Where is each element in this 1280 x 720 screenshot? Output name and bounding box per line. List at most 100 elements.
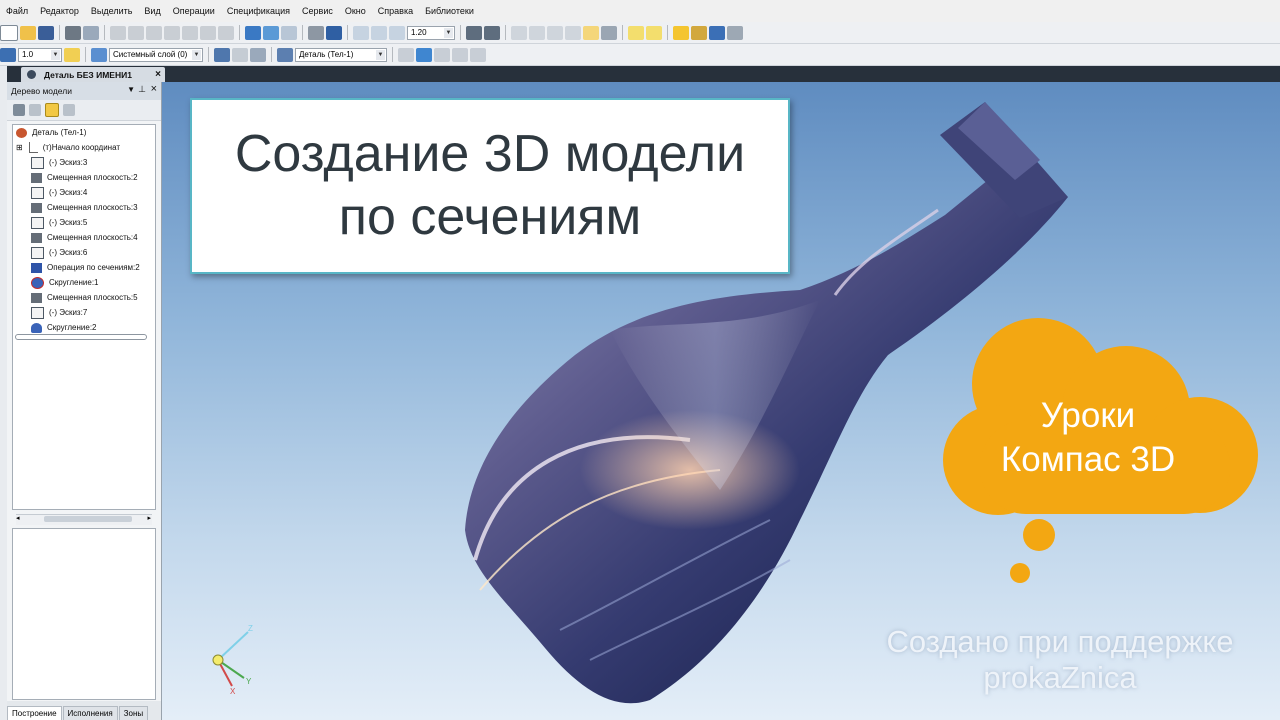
hatch-icon[interactable]	[398, 47, 414, 62]
toolbar-separator	[302, 25, 303, 40]
support-line-2: prokaZniса	[983, 659, 1137, 695]
paste-icon[interactable]	[146, 25, 162, 40]
tab-versions[interactable]: Исполнения	[62, 706, 118, 720]
properties-icon[interactable]	[182, 25, 198, 40]
zoom-in-icon[interactable]	[371, 25, 387, 40]
menu-view[interactable]: Вид	[138, 6, 166, 16]
chevron-down-icon[interactable]: ▼	[127, 85, 135, 94]
zoom-window-icon[interactable]	[353, 25, 369, 40]
tree-item-sketch-4[interactable]: (-) Эскиз:4	[31, 185, 87, 200]
tree-item-origin[interactable]: ⊞ (т)Начало координат	[16, 140, 120, 155]
library-icon[interactable]	[308, 25, 324, 40]
build-stop-marker[interactable]	[15, 334, 147, 340]
document-tab[interactable]: Деталь БЕЗ ИМЕНИ1 ×	[21, 67, 165, 82]
tree-view-icon[interactable]	[45, 103, 59, 117]
horizontal-scrollbar[interactable]: ◂ ▸	[16, 514, 152, 525]
settings-icon[interactable]	[727, 25, 743, 40]
refresh-icon[interactable]	[466, 25, 482, 40]
menu-libraries[interactable]: Библиотеки	[419, 6, 480, 16]
new-file-icon[interactable]	[0, 24, 18, 41]
halftone-edges-icon[interactable]	[583, 25, 599, 40]
wireframe-icon[interactable]	[511, 25, 527, 40]
save-icon[interactable]	[38, 25, 54, 40]
tree-item-sketch-6[interactable]: (-) Эскиз:6	[31, 245, 87, 260]
local-cs-icon[interactable]	[214, 47, 230, 62]
chevron-down-icon[interactable]: ▼	[376, 49, 385, 60]
properties-panel-icon[interactable]	[691, 25, 707, 40]
undo-icon[interactable]	[200, 25, 216, 40]
cut-icon[interactable]	[110, 25, 126, 40]
menu-help[interactable]: Справка	[372, 6, 419, 16]
menu-edit[interactable]: Редактор	[34, 6, 85, 16]
model-tree-panel: Дерево модели ▼ ⊥ × Деталь (Тел-1) ⊞ (т)…	[7, 82, 162, 720]
orientation-view-icon[interactable]	[250, 47, 266, 62]
menu-file[interactable]: Файл	[0, 6, 34, 16]
tab-build[interactable]: Построение	[7, 706, 62, 720]
light-icon[interactable]	[673, 25, 689, 40]
tree-item-fillet-2[interactable]: Скругление:2	[31, 320, 97, 335]
plane-select-icon[interactable]	[232, 47, 248, 62]
table-icon[interactable]	[452, 47, 468, 62]
tree-item-part[interactable]: Деталь (Тел-1)	[16, 125, 86, 140]
close-icon[interactable]: ×	[155, 69, 161, 80]
redo-icon[interactable]	[218, 25, 234, 40]
tree-item-plane-4[interactable]: Смещенная плоскость:4	[31, 230, 138, 245]
tree-icon[interactable]	[263, 25, 279, 40]
tree-item-fillet-1[interactable]: Скругление:1	[31, 275, 99, 290]
copy-icon[interactable]	[128, 25, 144, 40]
tree-item-sketch-3[interactable]: (-) Эскиз:3	[31, 155, 87, 170]
tree-item-label: Смещенная плоскость:5	[47, 293, 138, 302]
variables-icon[interactable]	[281, 25, 297, 40]
format-icon[interactable]	[164, 25, 180, 40]
chevron-down-icon[interactable]: ▼	[51, 49, 60, 60]
zoom-combo[interactable]: 1.20 ▼	[407, 25, 455, 40]
open-file-icon[interactable]	[20, 25, 36, 40]
filter-icon[interactable]	[628, 25, 644, 40]
build-order-icon[interactable]	[13, 104, 25, 116]
scrollbar-thumb[interactable]	[44, 516, 132, 522]
tree-item-plane-3[interactable]: Смещенная плоскость:3	[31, 200, 138, 215]
menu-operations[interactable]: Операции	[167, 6, 221, 16]
step-combo[interactable]: 1.0 ▼	[18, 47, 62, 62]
preview-icon[interactable]	[83, 25, 99, 40]
menu-service[interactable]: Сервис	[296, 6, 339, 16]
selection-filter-icon[interactable]	[646, 25, 662, 40]
scroll-left-icon[interactable]: ◂	[16, 514, 20, 522]
print-icon[interactable]	[65, 25, 81, 40]
tree-item-plane-5[interactable]: Смещенная плоскость:5	[31, 290, 138, 305]
expand-icon[interactable]: ⊞	[16, 143, 23, 152]
mates-icon[interactable]	[709, 25, 725, 40]
tree-item-plane-2[interactable]: Смещенная плоскость:2	[31, 170, 138, 185]
menu-specification[interactable]: Спецификация	[221, 6, 296, 16]
tree-item-sketch-7[interactable]: (-) Эскиз:7	[31, 305, 87, 320]
perspective-icon[interactable]	[601, 25, 617, 40]
pin-icon[interactable]: ⊥	[138, 84, 146, 95]
structure-icon[interactable]	[29, 104, 41, 116]
menu-select[interactable]: Выделить	[85, 6, 139, 16]
tree-filter-icon[interactable]	[63, 104, 75, 116]
manager-icon[interactable]	[245, 25, 261, 40]
tree-item-sketch-5[interactable]: (-) Эскиз:5	[31, 215, 87, 230]
close-icon[interactable]: ×	[151, 83, 157, 95]
halftone-icon[interactable]	[565, 25, 581, 40]
body-combo[interactable]: Деталь (Тел-1) ▼	[295, 47, 387, 62]
tree-item-loft[interactable]: Операция по сечениям:2	[31, 260, 140, 275]
orientation-icon[interactable]	[484, 25, 500, 40]
help-pointer-icon[interactable]	[326, 25, 342, 40]
grid-icon[interactable]	[470, 47, 486, 62]
hidden-lines-icon[interactable]	[529, 25, 545, 40]
chevron-down-icon[interactable]: ▼	[444, 27, 453, 38]
zoom-out-icon[interactable]	[389, 25, 405, 40]
snap-icon[interactable]	[64, 47, 80, 62]
toolbar-separator	[347, 25, 348, 40]
scroll-right-icon[interactable]: ▸	[147, 514, 151, 522]
hidden-thin-icon[interactable]	[547, 25, 563, 40]
style-icon[interactable]	[434, 47, 450, 62]
color-icon[interactable]	[416, 47, 432, 62]
layer-combo[interactable]: Системный слой (0) ▼	[109, 47, 203, 62]
chevron-down-icon[interactable]: ▼	[192, 49, 201, 60]
origin-icon	[28, 142, 38, 153]
tab-zones[interactable]: Зоны	[118, 706, 149, 720]
toolbar-separator	[208, 47, 209, 62]
menu-window[interactable]: Окно	[339, 6, 372, 16]
